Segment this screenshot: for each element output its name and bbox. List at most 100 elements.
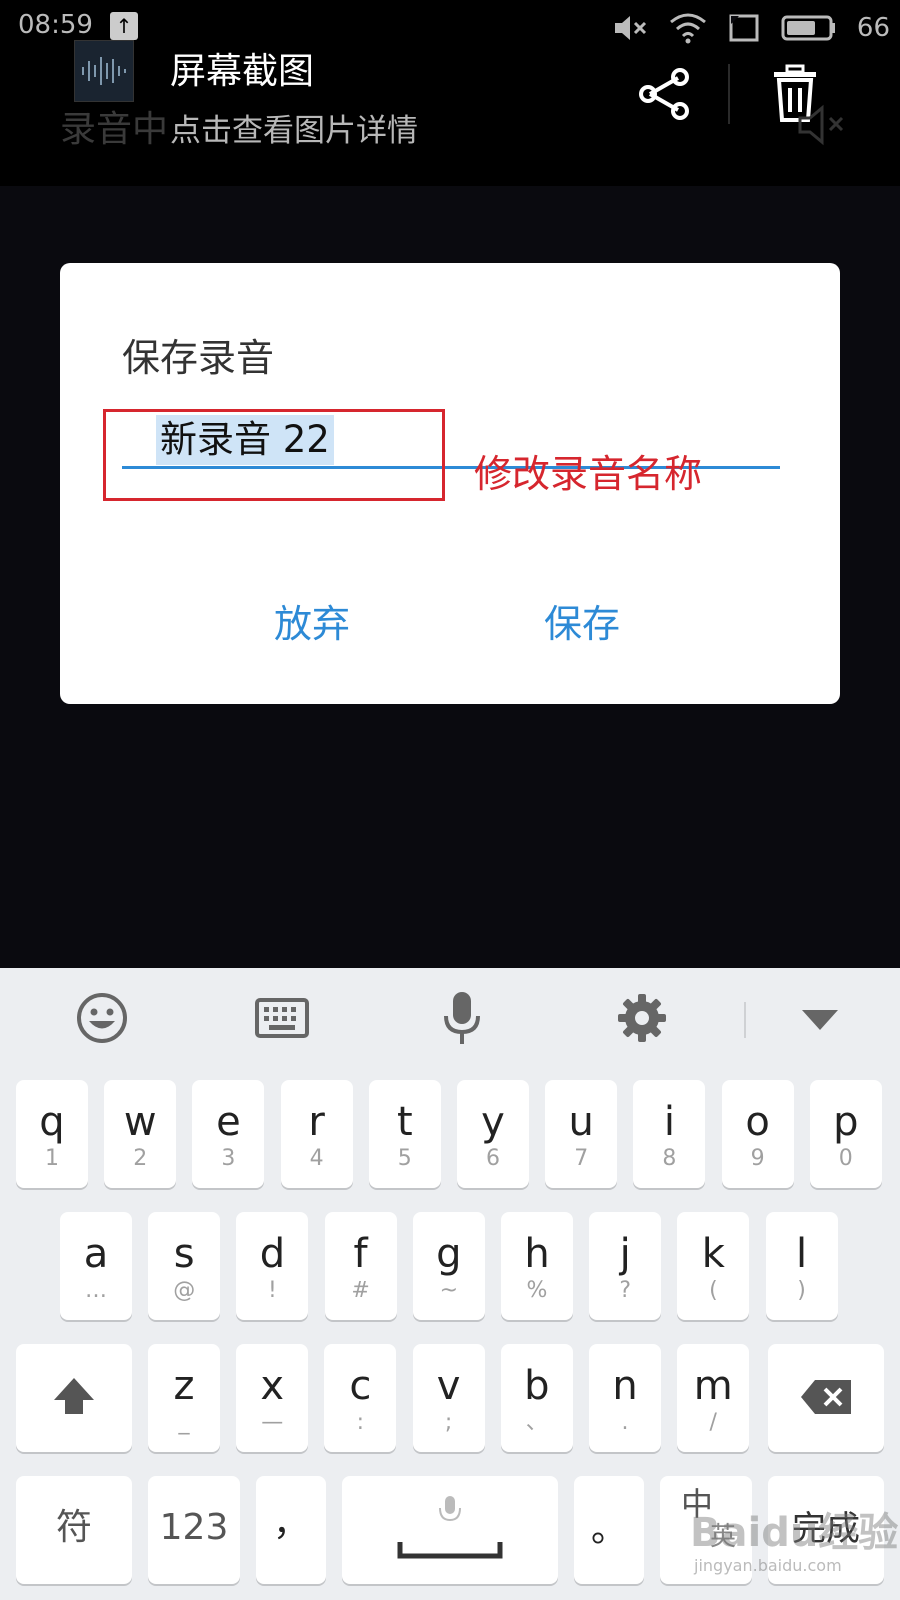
key-q[interactable]: q1 — [16, 1080, 88, 1188]
share-icon[interactable] — [636, 66, 692, 122]
period-key-label: 。 — [590, 1509, 627, 1550]
key-sublabel: 6 — [486, 1146, 500, 1171]
key-sublabel: : — [356, 1410, 365, 1435]
shift-icon — [54, 1378, 94, 1414]
key-sublabel: ! — [267, 1278, 277, 1303]
key-w[interactable]: w2 — [104, 1080, 177, 1188]
key-sublabel: . — [621, 1410, 629, 1435]
key-y[interactable]: y6 — [457, 1080, 529, 1188]
wifi-icon — [669, 13, 706, 44]
upload-icon: ↑ — [110, 12, 138, 40]
microphone-icon[interactable] — [434, 990, 490, 1046]
key-label: l — [796, 1231, 808, 1277]
key-label: e — [216, 1099, 241, 1145]
baidu-watermark: Baidu经验 — [690, 1510, 899, 1556]
key-j[interactable]: j? — [589, 1212, 662, 1320]
mute-icon — [614, 16, 646, 40]
key-m[interactable]: m / — [677, 1344, 750, 1452]
key-z[interactable]: z _ — [148, 1344, 220, 1452]
key-p[interactable]: p0 — [809, 1080, 882, 1188]
battery-icon — [781, 15, 835, 41]
discard-button[interactable]: 放弃 — [274, 593, 350, 648]
status-bar: 08:59 ↑ 66 — [0, 0, 900, 56]
save-recording-dialog: 保存录音 新录音 22 修改录音名称 放弃 保存 — [60, 263, 840, 704]
key-sublabel: 8 — [662, 1146, 677, 1171]
key-n[interactable]: n. — [589, 1344, 661, 1452]
numbers-key-label: 123 — [159, 1507, 229, 1548]
key-label: n — [612, 1363, 638, 1409]
chevron-down-icon[interactable] — [792, 990, 848, 1046]
key-label: a — [83, 1231, 109, 1277]
key-label: g — [436, 1231, 462, 1277]
key-x[interactable]: x — — [236, 1344, 309, 1452]
key-label: o — [745, 1099, 770, 1145]
comma-key[interactable]: ， — [256, 1476, 326, 1584]
key-sublabel: ~ — [439, 1278, 459, 1303]
key-t[interactable]: t5 — [368, 1080, 441, 1188]
key-label: b — [524, 1363, 550, 1409]
key-e[interactable]: e3 — [192, 1080, 265, 1188]
battery-level: 66 — [856, 13, 890, 43]
key-label: w — [123, 1099, 157, 1145]
key-sublabel: — — [261, 1410, 284, 1435]
background-recording-label: 录音中 — [60, 109, 169, 150]
key-d[interactable]: d! — [236, 1212, 309, 1320]
key-sublabel: 5 — [397, 1146, 412, 1171]
key-o[interactable]: o9 — [721, 1080, 794, 1188]
key-label: t — [396, 1099, 413, 1145]
emoji-icon[interactable] — [74, 990, 130, 1046]
key-c[interactable]: c: — [324, 1344, 397, 1452]
key-f[interactable]: f # — [324, 1212, 397, 1320]
notification-subtitle: 点击查看图片详情 — [170, 113, 418, 149]
key-sublabel: 9 — [750, 1146, 765, 1171]
key-g[interactable]: g ~ — [412, 1212, 485, 1320]
key-sublabel: ( — [709, 1278, 718, 1303]
key-sublabel: 、 — [525, 1410, 548, 1435]
comma-key-label: ， — [272, 1503, 309, 1544]
key-label: u — [568, 1099, 594, 1145]
key-sublabel: % — [526, 1278, 548, 1303]
key-sublabel: … — [85, 1278, 107, 1303]
dialog-title: 保存录音 — [122, 336, 275, 380]
shift-key[interactable] — [16, 1344, 132, 1452]
key-sublabel: # — [351, 1278, 370, 1303]
key-sublabel: 4 — [309, 1146, 324, 1171]
gear-icon[interactable] — [614, 990, 670, 1046]
key-h[interactable]: h% — [501, 1212, 573, 1320]
baidu-watermark-url: jingyan.baidu.com — [694, 1556, 842, 1575]
save-button[interactable]: 保存 — [544, 593, 620, 648]
key-u[interactable]: u7 — [545, 1080, 618, 1188]
key-a[interactable]: a… — [60, 1212, 132, 1320]
key-b[interactable]: b、 — [500, 1344, 573, 1452]
status-time: 08:59 — [18, 10, 93, 40]
key-label: z — [173, 1363, 195, 1409]
key-i[interactable]: i8 — [633, 1080, 706, 1188]
key-label: j — [619, 1231, 631, 1277]
space-key[interactable] — [342, 1476, 558, 1584]
annotation-highlight-box — [103, 409, 445, 501]
key-label: y — [481, 1099, 505, 1145]
key-v[interactable]: v; — [412, 1344, 485, 1452]
key-k[interactable]: k( — [677, 1212, 750, 1320]
period-key[interactable]: 。 — [574, 1476, 644, 1584]
keyboard-icon[interactable] — [254, 990, 310, 1046]
key-sublabel: 7 — [574, 1146, 589, 1171]
key-label: f — [353, 1231, 368, 1277]
key-sublabel: 0 — [838, 1146, 853, 1171]
key-label: v — [436, 1363, 461, 1409]
key-label: i — [663, 1099, 675, 1145]
key-sublabel: ? — [619, 1278, 632, 1303]
key-label: q — [39, 1099, 65, 1145]
key-r[interactable]: r4 — [280, 1080, 353, 1188]
numbers-key[interactable]: 123 — [148, 1476, 240, 1584]
key-s[interactable]: s @ — [148, 1212, 221, 1320]
symbols-key[interactable]: 符 — [16, 1476, 132, 1584]
action-divider — [728, 64, 730, 124]
key-sublabel: 2 — [133, 1146, 148, 1171]
key-l[interactable]: l) — [765, 1212, 838, 1320]
key-label: p — [833, 1099, 859, 1145]
symbols-key-label: 符 — [55, 1507, 92, 1548]
keyboard-toolbar — [0, 968, 900, 1068]
key-sublabel: _ — [178, 1410, 190, 1435]
backspace-key[interactable] — [768, 1344, 884, 1452]
